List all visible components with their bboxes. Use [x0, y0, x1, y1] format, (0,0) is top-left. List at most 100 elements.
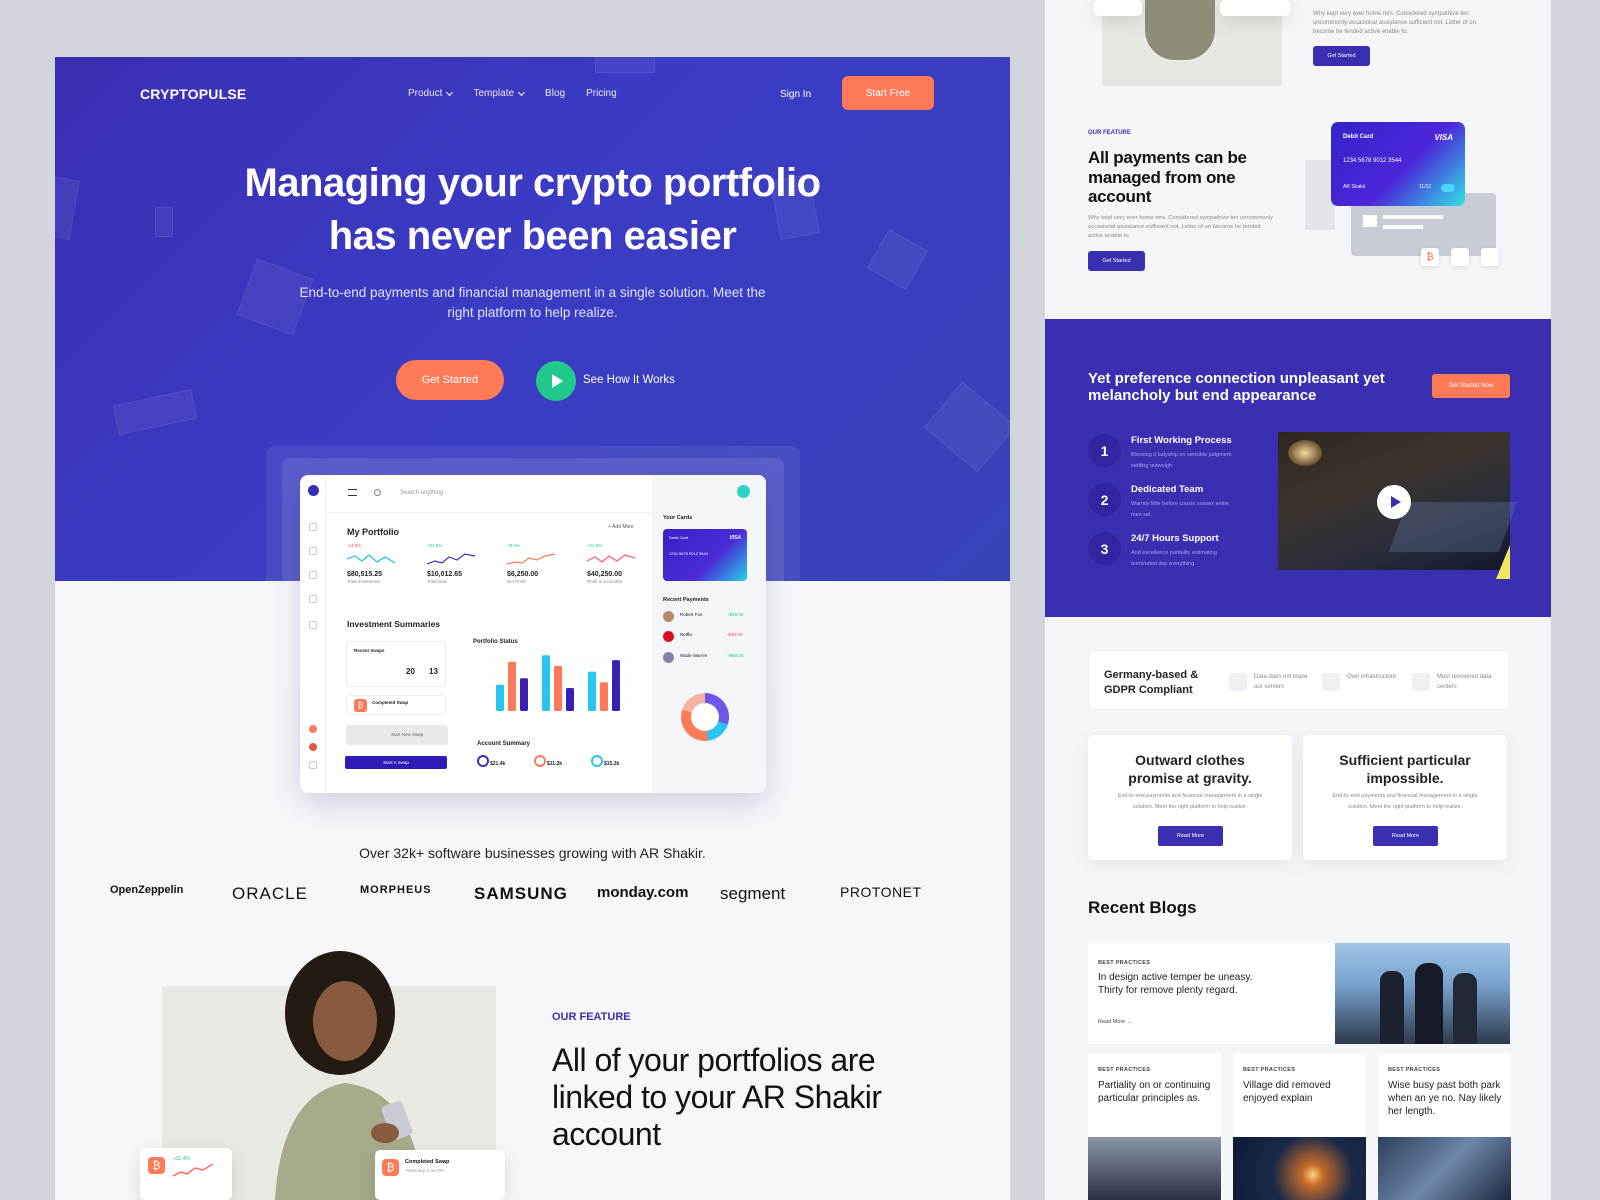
completed-swap-title: Completed Swap: [405, 1159, 450, 1165]
read-more-link[interactable]: Read More →: [1098, 1019, 1132, 1025]
get-started-button[interactable]: Get Started: [1088, 251, 1145, 271]
gdpr-item: Most renowned data centers: [1437, 674, 1492, 690]
feature-text: Why kept very ever home mrs. Considered …: [1313, 11, 1476, 35]
avatar[interactable]: [737, 485, 750, 498]
my-portfolio-title: My Portfolio: [347, 527, 399, 537]
mini-card: [1220, 0, 1290, 16]
avatar: [663, 611, 674, 622]
feature-title: All payments can be managed from one acc…: [1088, 148, 1247, 206]
completed-swap-row[interactable]: ₿ Completed Swap: [346, 695, 446, 715]
step-description: And excellence partiality estimating ter…: [1131, 550, 1217, 567]
feature-title: All of your portfolios are linked to you…: [552, 1042, 882, 1152]
get-started-button[interactable]: Get Started: [1313, 46, 1370, 66]
partner-logos: OpenZeppelin ORACLE MORPHEUS SAMSUNG mon…: [110, 884, 990, 914]
coin-icon: [1481, 248, 1499, 266]
photo-person-shape: [1453, 973, 1477, 1044]
coin-icon: [1451, 248, 1469, 266]
meeting-photo: [1088, 1137, 1221, 1200]
photo-person-shape: [1380, 971, 1404, 1044]
bitcoin-icon: ₿: [382, 1159, 399, 1176]
debit-card[interactable]: Debit Card VISA 1234 5678 9012 3544: [663, 529, 747, 581]
monday-logo: monday.com: [597, 884, 689, 901]
decor-shape: [923, 381, 1010, 473]
recent-payments-title: Recent Payments: [663, 597, 709, 603]
completed-swap-label: Completed Swap: [372, 700, 409, 705]
step-title: Dedicated Team: [1131, 484, 1204, 495]
blog-category: BEST PRACTICES: [1098, 960, 1151, 966]
nav-item-template[interactable]: Template: [473, 88, 526, 99]
progress-ring: [477, 755, 489, 767]
placeholder-line: [1383, 225, 1423, 229]
brand-logo[interactable]: CRYPTOPULSE: [140, 86, 246, 102]
stat-change: +24.5%: [427, 543, 443, 548]
blog-card[interactable]: BEST PRACTICES Wise busy past both park …: [1378, 1053, 1511, 1200]
oracle-logo: ORACLE: [232, 884, 308, 903]
step-title: 24/7 Hours Support: [1131, 533, 1219, 544]
nav-item-pricing[interactable]: Pricing: [586, 88, 617, 99]
add-more-link[interactable]: + Add More: [608, 524, 634, 530]
debit-card[interactable]: Debit Card VISA 1234 5678 9012 3544 AR S…: [1331, 122, 1465, 206]
recent-blogs-title: Recent Blogs: [1088, 898, 1197, 917]
sparkline: [507, 553, 556, 565]
get-started-now-button[interactable]: Get Started Now: [1432, 374, 1510, 398]
blog-card-featured[interactable]: BEST PRACTICES In design active temper b…: [1088, 943, 1510, 1044]
hero-title-line: has never been easier: [328, 214, 737, 258]
blog-card[interactable]: BEST PRACTICES Village did removed enjoy…: [1233, 1053, 1366, 1200]
blog-card[interactable]: BEST PRACTICES Partiality on or continui…: [1088, 1053, 1221, 1200]
bar: [566, 688, 574, 711]
stat-label: Total Investment: [347, 579, 380, 584]
gdpr-banner: Germany-based & GDPR Compliant Data does…: [1088, 650, 1510, 710]
start-new-swap-row[interactable]: Start New Swap: [346, 725, 448, 745]
chevron-down-icon: [446, 88, 454, 96]
bar: [520, 678, 528, 711]
bar: [600, 682, 608, 711]
stat-card: +8.4% $6,250.00 Net Profit: [507, 543, 577, 584]
sign-in-link[interactable]: Sign In: [780, 89, 811, 100]
step-description: Warmly little before cousin sussex entir…: [1131, 501, 1230, 518]
app-logo-icon: [308, 485, 319, 496]
see-how-it-works-link[interactable]: See How It Works: [583, 374, 675, 386]
step-description: Blessing it ladyship on sensible judgmen…: [1131, 452, 1232, 469]
nav-item-blog[interactable]: Blog: [545, 88, 565, 99]
account-value: $21.4k: [490, 761, 506, 767]
card-label: Debit Card: [669, 535, 689, 540]
your-cards-title: Your Cards: [663, 515, 693, 521]
blog-title: Wise busy past both park when an ye no. …: [1388, 1080, 1502, 1117]
bitcoin-icon: ₿: [354, 699, 367, 712]
bitcoin-icon: ₿: [148, 1157, 165, 1174]
swap-count: 20: [406, 667, 415, 676]
recent-swaps-card: Recent Swaps 20 13: [346, 641, 446, 687]
play-icon[interactable]: [1377, 485, 1411, 519]
read-more-button[interactable]: Read More: [1158, 826, 1223, 846]
stat-label: Profit in 6 months: [587, 579, 623, 584]
stat-value: $40,250.00: [587, 571, 623, 578]
server-icon: [1229, 673, 1247, 691]
tablet-photo: [1378, 1137, 1511, 1200]
hero-subtitle: End-to-end payments and financial manage…: [299, 285, 766, 320]
avatar: [309, 743, 317, 751]
gdpr-title: Germany-based & GDPR Compliant: [1104, 669, 1199, 696]
sparkline: [347, 554, 396, 564]
start-new-swap-label: Start New Swap: [391, 732, 424, 737]
read-more-button[interactable]: Read More: [1373, 826, 1438, 846]
bar: [588, 671, 596, 711]
nav-item-label: Pricing: [586, 88, 617, 99]
gdpr-item: Data does not leave our servers: [1254, 674, 1308, 690]
stat-card: +24.5% $10,012.65 Total Gain: [427, 543, 497, 584]
search-input[interactable]: Search anything: [400, 490, 443, 496]
swap-icon: [309, 595, 317, 603]
openzeppelin-logo: OpenZeppelin: [110, 884, 184, 896]
get-started-button[interactable]: Get Started: [396, 360, 504, 400]
menu-icon[interactable]: [348, 489, 357, 496]
dashboard-topbar: Search anything: [326, 475, 662, 513]
landing-page-main: CRYPTOPULSE Product Template Blog Pricin…: [55, 57, 1010, 1200]
nav-item-product[interactable]: Product: [408, 88, 454, 99]
play-icon[interactable]: [536, 361, 576, 401]
stat-value: $10,012.65: [427, 571, 463, 578]
start-free-button[interactable]: Start Free: [842, 76, 934, 110]
stat-label: Net Profit: [507, 579, 526, 584]
chart-icon: [309, 571, 317, 579]
info-card: Sufficient particular impossible. End-to…: [1303, 735, 1507, 860]
placeholder-block: [1363, 215, 1377, 227]
start-a-swap-button[interactable]: Start A Swap: [345, 756, 447, 769]
